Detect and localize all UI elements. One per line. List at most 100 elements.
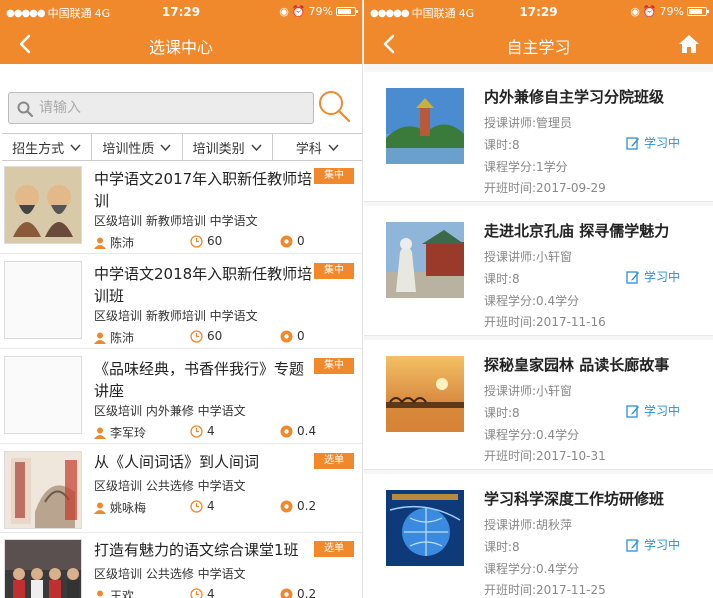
course-thumbnail bbox=[4, 261, 82, 339]
course-thumbnail bbox=[4, 539, 82, 598]
search-input[interactable] bbox=[39, 93, 299, 123]
course-hours: 60 bbox=[207, 329, 223, 343]
course-thumbnail bbox=[4, 451, 82, 529]
status-bar: ●●●●● 中国联通 4G 17:29 ◉ ⏰ 79% bbox=[0, 0, 362, 24]
study-teacher: 授课讲师:小轩窗 bbox=[484, 250, 573, 264]
course-tags: 区级培训 公共选修 中学语文 bbox=[94, 479, 246, 493]
lock-icon: ◉ bbox=[279, 5, 289, 18]
study-thumbnail bbox=[386, 222, 464, 298]
study-credit: 课程学分:1学分 bbox=[484, 160, 568, 174]
course-title: 中学语文2018年入职新任教师培训班 bbox=[94, 265, 313, 305]
home-button[interactable] bbox=[675, 30, 703, 58]
filter-subject[interactable]: 学科 bbox=[273, 134, 362, 160]
study-title: 探秘皇家园林 品读长廊故事 bbox=[484, 356, 670, 374]
filter-training-category[interactable]: 培训类别 bbox=[183, 134, 273, 160]
study-start-date: 开班时间:2017-10-31 bbox=[484, 449, 606, 463]
search-button[interactable] bbox=[314, 86, 354, 126]
study-hours: 课时:8 bbox=[484, 540, 520, 554]
filter-enroll-method[interactable]: 招生方式 bbox=[2, 134, 93, 160]
search-box bbox=[8, 92, 314, 124]
teacher-name: 姚咏梅 bbox=[110, 501, 147, 515]
study-status-button[interactable]: 学习中 bbox=[626, 134, 680, 151]
study-card[interactable]: 探秘皇家园林 品读长廊故事 授课讲师:小轩窗 课时:8 学习中 课程学分:0.4… bbox=[364, 340, 713, 470]
chevron-down-icon bbox=[70, 143, 81, 151]
battery-icon bbox=[687, 7, 709, 16]
chevron-down-icon bbox=[328, 143, 339, 151]
course-type-badge: 集中 bbox=[314, 358, 354, 374]
course-card[interactable]: 中学语文2017年入职新任教师培训 集中 区级培训 新教师培训 中学语文 陈沛 … bbox=[0, 162, 362, 254]
course-credit: 0 bbox=[297, 234, 305, 248]
search-icon bbox=[17, 101, 33, 117]
study-status-button[interactable]: 学习中 bbox=[626, 268, 680, 285]
course-credit: 0.2 bbox=[297, 499, 317, 513]
self-study-screen: ●●●●● 中国联通 4G 17:29 ◉ ⏰ 79% 自主学习 内外兼修自主学… bbox=[364, 0, 713, 598]
chevron-down-icon bbox=[251, 143, 262, 151]
course-hours: 60 bbox=[207, 234, 223, 248]
study-status-button[interactable]: 学习中 bbox=[626, 536, 680, 553]
chevron-down-icon bbox=[160, 143, 171, 151]
study-status-label: 学习中 bbox=[644, 270, 681, 284]
course-credit: 0.2 bbox=[297, 587, 317, 598]
filter-training-nature[interactable]: 培训性质 bbox=[92, 134, 183, 160]
course-meta: 王欢 4 0.2 bbox=[94, 587, 362, 598]
course-tags: 区级培训 新教师培训 中学语文 bbox=[94, 214, 258, 228]
study-teacher: 授课讲师:管理员 bbox=[484, 116, 573, 130]
person-icon bbox=[94, 502, 106, 514]
study-card[interactable]: 走进北京孔庙 探寻儒学魅力 授课讲师:小轩窗 课时:8 学习中 课程学分:0.4… bbox=[364, 206, 713, 336]
course-type-badge: 集中 bbox=[314, 168, 354, 184]
study-teacher: 授课讲师:胡秋萍 bbox=[484, 518, 573, 532]
study-start-date: 开班时间:2017-11-25 bbox=[484, 583, 606, 597]
filter-bar: 招生方式 培训性质 培训类别 学科 bbox=[2, 133, 362, 161]
clock-icon bbox=[190, 424, 203, 438]
course-thumbnail bbox=[4, 166, 82, 244]
clock-icon bbox=[190, 329, 203, 343]
course-title: 中学语文2017年入职新任教师培训 bbox=[94, 170, 313, 210]
study-credit: 课程学分:0.4学分 bbox=[484, 562, 580, 576]
course-type-badge: 选单 bbox=[314, 453, 354, 469]
course-credit: 0 bbox=[297, 329, 305, 343]
edit-icon bbox=[626, 538, 639, 552]
course-hours: 4 bbox=[207, 587, 215, 598]
course-tags: 区级培训 新教师培训 中学语文 bbox=[94, 309, 258, 323]
course-type-badge: 选单 bbox=[314, 541, 354, 557]
search-icon bbox=[319, 91, 351, 123]
study-credit: 课程学分:0.4学分 bbox=[484, 428, 580, 442]
course-card[interactable]: 打造有魅力的语文综合课堂1班 选单 区级培训 公共选修 中学语文 王欢 4 0.… bbox=[0, 535, 362, 598]
credit-icon bbox=[280, 330, 293, 342]
course-meta: 陈沛 60 0 bbox=[94, 234, 362, 250]
study-title: 学习科学深度工作坊研修班 bbox=[484, 490, 665, 508]
filter-label: 培训类别 bbox=[192, 141, 245, 157]
study-status-button[interactable]: 学习中 bbox=[626, 402, 680, 419]
clock-icon bbox=[190, 499, 203, 513]
person-icon bbox=[94, 237, 106, 249]
edit-icon bbox=[626, 404, 639, 418]
clock-icon bbox=[190, 587, 203, 598]
course-type-badge: 集中 bbox=[314, 263, 354, 279]
battery-percent: 79% bbox=[659, 5, 684, 18]
study-card[interactable]: 内外兼修自主学习分院班级 授课讲师:管理员 课时:8 学习中 课程学分:1学分 … bbox=[364, 72, 713, 202]
course-thumbnail bbox=[4, 356, 82, 434]
study-title: 走进北京孔庙 探寻儒学魅力 bbox=[484, 222, 670, 240]
course-title: 从《人间词话》到人间词 bbox=[94, 453, 260, 471]
home-icon bbox=[679, 35, 699, 53]
course-card[interactable]: 《品味经典，书香伴我行》专题讲座 集中 区级培训 内外兼修 中学语文 李军玲 4… bbox=[0, 352, 362, 444]
teacher-name: 王欢 bbox=[110, 589, 135, 598]
person-icon bbox=[94, 332, 106, 344]
study-card[interactable]: 学习科学深度工作坊研修班 授课讲师:胡秋萍 课时:8 学习中 课程学分:0.4学… bbox=[364, 474, 713, 598]
course-meta: 陈沛 60 0 bbox=[94, 329, 362, 345]
course-meta: 姚咏梅 4 0.2 bbox=[94, 499, 362, 515]
nav-bar: 自主学习 bbox=[364, 24, 713, 64]
course-card[interactable]: 中学语文2018年入职新任教师培训班 集中 区级培训 新教师培训 中学语文 陈沛… bbox=[0, 257, 362, 349]
lock-icon: ◉ bbox=[630, 5, 640, 18]
study-title: 内外兼修自主学习分院班级 bbox=[484, 88, 665, 106]
filter-label: 培训性质 bbox=[102, 141, 155, 157]
course-hours: 4 bbox=[207, 499, 215, 513]
course-selection-screen: ●●●●● 中国联通 4G 17:29 ◉ ⏰ 79% 选课中心 招生方式 bbox=[0, 0, 363, 598]
alarm-icon: ⏰ bbox=[642, 5, 657, 18]
edit-icon bbox=[626, 136, 639, 150]
status-bar: ●●●●● 中国联通 4G 17:29 ◉ ⏰ 79% bbox=[364, 0, 713, 24]
course-card[interactable]: 从《人间词话》到人间词 选单 区级培训 公共选修 中学语文 姚咏梅 4 0.2 bbox=[0, 447, 362, 533]
teacher-name: 陈沛 bbox=[110, 236, 135, 250]
teacher-name: 李军玲 bbox=[110, 426, 147, 440]
study-start-date: 开班时间:2017-09-29 bbox=[484, 181, 606, 195]
